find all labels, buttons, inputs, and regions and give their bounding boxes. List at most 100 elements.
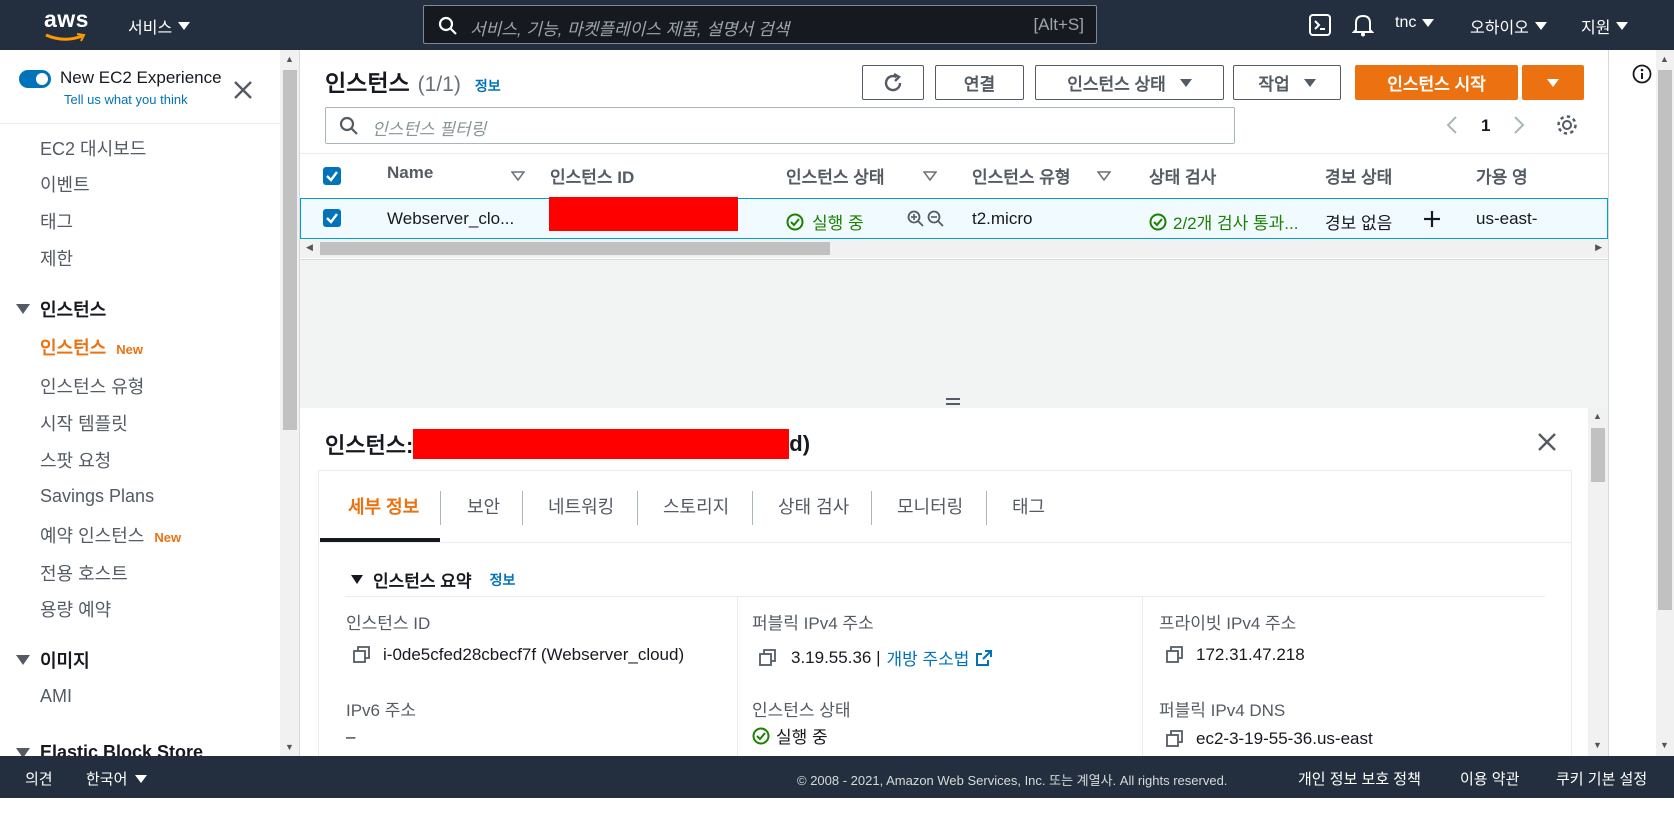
copy-icon[interactable] <box>353 646 371 664</box>
actions-button[interactable]: 작업 <box>1233 65 1341 100</box>
column-header-alarm-status[interactable]: 경보 상태 <box>1325 163 1392 188</box>
column-header-instance-state[interactable]: 인스턴스 상태 <box>786 163 885 188</box>
table-row[interactable]: Webserver_clo... 실행 중 t2.micro 2/2개 검사 통… <box>300 197 1608 239</box>
sort-icon[interactable] <box>923 171 937 181</box>
close-icon[interactable] <box>1537 432 1557 452</box>
copy-icon[interactable] <box>1166 730 1184 748</box>
tab-storage[interactable]: 스토리지 <box>663 493 729 519</box>
launch-dropdown-button[interactable] <box>1522 65 1584 100</box>
select-all-checkbox[interactable] <box>323 167 341 185</box>
scroll-right-arrow-icon[interactable]: ▶ <box>1595 242 1602 253</box>
tab-security[interactable]: 보안 <box>467 493 500 519</box>
gear-icon[interactable] <box>1556 114 1578 136</box>
tab-networking[interactable]: 네트워킹 <box>548 493 614 519</box>
sidebar-scroll-thumb[interactable] <box>283 70 297 430</box>
chevron-down-icon <box>1422 19 1435 27</box>
column-header-status-checks[interactable]: 상태 검사 <box>1149 163 1216 188</box>
bell-icon[interactable] <box>1352 13 1374 37</box>
terms-link[interactable]: 이용 약관 <box>1460 768 1519 789</box>
table-horizontal-scrollbar[interactable]: ◀ ▶ <box>300 239 1608 258</box>
row-name[interactable]: Webserver_clo... <box>387 209 514 229</box>
external-link-icon[interactable] <box>975 649 993 667</box>
close-icon[interactable] <box>233 80 253 100</box>
sidebar-scrollbar[interactable]: ▲ ▼ <box>280 50 300 756</box>
previous-page-icon[interactable] <box>1445 115 1459 135</box>
sidebar-item-dedicated-hosts[interactable]: 전용 호스트 <box>40 560 128 586</box>
refresh-button[interactable] <box>862 65 924 100</box>
sidebar-item-tags[interactable]: 태그 <box>40 208 73 234</box>
scroll-down-arrow-icon[interactable]: ▼ <box>1593 740 1602 750</box>
zoom-in-icon[interactable] <box>907 210 925 228</box>
instance-summary-header[interactable]: 인스턴스 요약 정보 <box>351 567 515 592</box>
sidebar-section-images[interactable]: 이미지 <box>16 647 90 673</box>
sidebar-section-instances[interactable]: 인스턴스 <box>16 296 106 322</box>
sidebar-item-limits[interactable]: 제한 <box>40 245 73 271</box>
row-checkbox[interactable] <box>323 209 341 227</box>
global-search-input[interactable]: 서비스, 기능, 마켓플레이스 제품, 설명서 검색 [Alt+S] <box>423 5 1097 44</box>
open-address-link[interactable]: 개방 주소법 <box>887 645 970 670</box>
new-experience-toggle[interactable] <box>19 70 51 88</box>
add-alarm-icon[interactable] <box>1423 210 1441 228</box>
zoom-out-icon[interactable] <box>927 210 945 228</box>
tab-status-checks[interactable]: 상태 검사 <box>778 493 849 519</box>
aws-logo[interactable]: aws <box>44 6 88 44</box>
sidebar-item-capacity-reservations[interactable]: 용량 예약 <box>40 596 111 622</box>
sidebar-item-ec2-dashboard[interactable]: EC2 대시보드 <box>40 135 146 161</box>
details-scroll-thumb[interactable] <box>1591 428 1605 482</box>
copy-icon[interactable] <box>759 648 777 667</box>
connect-button[interactable]: 연결 <box>935 65 1024 100</box>
scroll-up-arrow-icon[interactable]: ▲ <box>1660 54 1669 64</box>
cloudshell-icon[interactable] <box>1309 14 1331 36</box>
column-header-instance-id[interactable]: 인스턴스 ID <box>550 163 634 188</box>
page-scroll-thumb[interactable] <box>1658 70 1672 610</box>
cookie-preferences-link[interactable]: 쿠키 기본 설정 <box>1556 768 1647 789</box>
page-scrollbar[interactable]: ▲ ▼ <box>1656 50 1674 756</box>
instance-filter-input[interactable]: 인스턴스 필터링 <box>325 107 1235 144</box>
services-menu[interactable]: 서비스 <box>128 14 191 38</box>
scroll-down-arrow-icon[interactable]: ▼ <box>1660 740 1669 750</box>
launch-instances-button[interactable]: 인스턴스 시작 <box>1355 65 1518 100</box>
sidebar-section-ebs[interactable]: Elastic Block Store <box>16 742 203 756</box>
instance-state-button[interactable]: 인스턴스 상태 <box>1035 65 1224 100</box>
info-link[interactable]: 정보 <box>475 76 501 96</box>
sidebar-item-spot-requests[interactable]: 스팟 요청 <box>40 447 111 473</box>
support-menu[interactable]: 지원 <box>1581 14 1629 38</box>
row-status-checks[interactable]: 2/2개 검사 통과... <box>1149 209 1298 234</box>
refresh-icon <box>884 72 902 91</box>
scroll-down-arrow-icon[interactable]: ▼ <box>285 742 294 752</box>
column-header-instance-type[interactable]: 인스턴스 유형 <box>972 163 1071 188</box>
summary-info-link[interactable]: 정보 <box>490 570 516 590</box>
details-scrollbar[interactable]: ▲ ▼ <box>1588 408 1608 756</box>
column-header-name[interactable]: Name <box>387 163 433 183</box>
scroll-up-arrow-icon[interactable]: ▲ <box>1593 411 1602 421</box>
page-number[interactable]: 1 <box>1481 116 1490 136</box>
sidebar-item-events[interactable]: 이벤트 <box>40 171 90 197</box>
region-menu[interactable]: 오하이오 <box>1470 14 1547 38</box>
account-menu[interactable]: tnc <box>1395 14 1435 32</box>
feedback-link[interactable]: Tell us what you think <box>64 92 188 107</box>
copy-icon[interactable] <box>1166 646 1184 664</box>
panel-resize-handle[interactable] <box>946 398 960 406</box>
tab-tags[interactable]: 태그 <box>1012 493 1045 519</box>
info-icon[interactable] <box>1632 64 1652 84</box>
sidebar-item-instances[interactable]: 인스턴스 New <box>40 334 143 360</box>
scroll-up-arrow-icon[interactable]: ▲ <box>285 54 294 64</box>
sidebar-item-ami[interactable]: AMI <box>40 686 72 707</box>
tab-monitoring[interactable]: 모니터링 <box>897 493 963 519</box>
sidebar-item-reserved-instances[interactable]: 예약 인스턴스 New <box>40 522 181 548</box>
sidebar-item-instance-types[interactable]: 인스턴스 유형 <box>40 373 144 399</box>
column-header-availability-zone[interactable]: 가용 영 <box>1476 163 1528 188</box>
privacy-policy-link[interactable]: 개인 정보 보호 정책 <box>1298 768 1421 789</box>
language-selector[interactable]: 한국어 <box>86 768 148 789</box>
scroll-left-arrow-icon[interactable]: ◀ <box>306 242 313 253</box>
sidebar-item-launch-templates[interactable]: 시작 템플릿 <box>40 410 128 436</box>
sort-icon[interactable] <box>511 171 525 181</box>
sidebar-item-savings-plans[interactable]: Savings Plans <box>40 486 154 507</box>
tab-details[interactable]: 세부 정보 <box>348 493 419 519</box>
sort-icon[interactable] <box>1097 171 1111 181</box>
private-ipv4-value: 172.31.47.218 <box>1166 645 1305 665</box>
next-page-icon[interactable] <box>1512 115 1526 135</box>
table-scroll-thumb[interactable] <box>320 242 830 255</box>
chevron-down-icon <box>178 22 191 30</box>
feedback-link[interactable]: 의견 <box>25 768 53 789</box>
